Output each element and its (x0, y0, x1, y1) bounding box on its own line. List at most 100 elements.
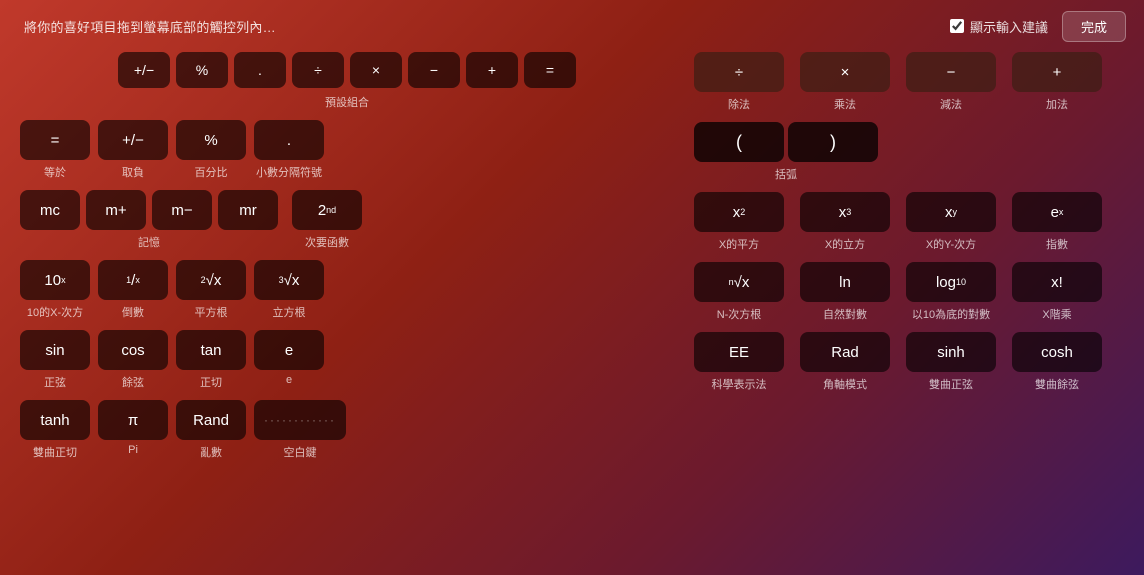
btn-subtract[interactable]: − (906, 52, 996, 92)
memory-inner: mc m+ m− mr (20, 190, 278, 230)
btn-sin[interactable]: sin (20, 330, 90, 370)
right-sci3-row: EE 科學表示法 Rad 角軸模式 sinh 雙曲正弦 cosh 雙曲餘弦 (694, 332, 1124, 392)
btn-cos-group: cos 餘弦 (98, 330, 168, 390)
btn-sinh[interactable]: sinh (906, 332, 996, 372)
btn-negate-group: +/− 取負 (98, 120, 168, 180)
btn-mminus[interactable]: m− (152, 190, 212, 230)
btn-cbrt[interactable]: 3√x (254, 260, 324, 300)
right-sci1-row: x2 X的平方 x3 X的立方 xy X的Y-次方 ex 指數 (694, 192, 1124, 252)
row5: tanh 雙曲正切 π Pi Rand 亂數 ············ 空白鍵 (20, 400, 674, 460)
btn-nthroot[interactable]: n√x (694, 262, 784, 302)
right-sci2-row: n√x N-次方根 ln 自然對數 log10 以10為底的對數 x! X階乘 (694, 262, 1124, 322)
main-content: +/− % . ÷ × − + = 預設組合 = 等於 +/− 取負 % (0, 52, 1144, 575)
show-suggestions-label[interactable]: 顯示輸入建議 (950, 17, 1048, 36)
btn-reciprocal[interactable]: 1/x (98, 260, 168, 300)
show-suggestions-checkbox[interactable] (950, 19, 964, 33)
btn-xy[interactable]: xy (906, 192, 996, 232)
btn-space[interactable]: ············ (254, 400, 346, 440)
preset-btn-div[interactable]: ÷ (292, 52, 344, 88)
preset-btn-sub[interactable]: − (408, 52, 460, 88)
btn-log10-group: log10 以10為底的對數 (906, 262, 996, 322)
btn-space-group: ············ 空白鍵 (254, 400, 346, 460)
btn-percent-group: % 百分比 (176, 120, 246, 180)
btn-factorial-group: x! X階乘 (1012, 262, 1102, 322)
btn-equals-group: = 等於 (20, 120, 90, 180)
btn-rad-group: Rad 角軸模式 (800, 332, 890, 392)
btn-decimal[interactable]: . (254, 120, 324, 160)
btn-close-paren[interactable]: ) (788, 122, 878, 162)
btn-negate[interactable]: +/− (98, 120, 168, 160)
btn-2nd[interactable]: 2nd (292, 190, 362, 230)
btn-sqrt[interactable]: 2√x (176, 260, 246, 300)
btn-decimal-group: . 小數分隔符號 (254, 120, 324, 180)
btn-e-group: e e (254, 330, 324, 386)
btn-cbrt-group: 3√x 立方根 (254, 260, 324, 320)
btn-cosh[interactable]: cosh (1012, 332, 1102, 372)
top-bar: 將你的喜好項目拖到螢幕底部的觸控列內… 顯示輸入建議 完成 (0, 0, 1144, 52)
btn-nthroot-group: n√x N-次方根 (694, 262, 784, 322)
btn-x2[interactable]: x2 (694, 192, 784, 232)
preset-label: 預設組合 (325, 94, 369, 110)
btn-sinh-group: sinh 雙曲正弦 (906, 332, 996, 392)
top-bar-title: 將你的喜好項目拖到螢幕底部的觸控列內… (24, 17, 276, 36)
preset-btn-eq[interactable]: = (524, 52, 576, 88)
btn-reciprocal-group: 1/x 倒數 (98, 260, 168, 320)
btn-euler[interactable]: e (254, 330, 324, 370)
btn-tanh[interactable]: tanh (20, 400, 90, 440)
btn-ex-group: ex 指數 (1012, 192, 1102, 252)
done-button[interactable]: 完成 (1062, 11, 1126, 42)
btn-rad[interactable]: Rad (800, 332, 890, 372)
row4: sin 正弦 cos 餘弦 tan 正切 e e (20, 330, 674, 390)
btn-2nd-group: 2nd 次要函數 (292, 190, 362, 250)
btn-open-paren[interactable]: ( (694, 122, 784, 162)
memory-label: 記憶 (138, 234, 160, 250)
parens-row: ( ) 括弧 (694, 122, 1124, 182)
preset-btn-percent[interactable]: % (176, 52, 228, 88)
btn-log10[interactable]: log10 (906, 262, 996, 302)
row2: mc m+ m− mr 記憶 2nd 次要函數 (20, 190, 674, 250)
btn-sqrt-group: 2√x 平方根 (176, 260, 246, 320)
preset-btn-dot[interactable]: . (234, 52, 286, 88)
preset-btn-add[interactable]: + (466, 52, 518, 88)
paren-group: ( ) 括弧 (694, 122, 878, 182)
btn-multiply-group: × 乘法 (800, 52, 890, 112)
btn-add[interactable]: + (1012, 52, 1102, 92)
btn-x2-group: x2 X的平方 (694, 192, 784, 252)
btn-percent[interactable]: % (176, 120, 246, 160)
memory-group: mc m+ m− mr 記憶 (20, 190, 278, 250)
btn-mr[interactable]: mr (218, 190, 278, 230)
btn-x3-group: x3 X的立方 (800, 192, 890, 252)
paren-label: 括弧 (775, 166, 797, 182)
btn-ex[interactable]: ex (1012, 192, 1102, 232)
btn-subtract-group: − 減法 (906, 52, 996, 112)
btn-equals[interactable]: = (20, 120, 90, 160)
btn-x3[interactable]: x3 (800, 192, 890, 232)
btn-tan[interactable]: tan (176, 330, 246, 370)
right-panel: ÷ 除法 × 乘法 − 減法 + 加法 ( ) 括弧 (694, 52, 1124, 565)
btn-cosh-group: cosh 雙曲餘弦 (1012, 332, 1102, 392)
preset-row: +/− % . ÷ × − + = (118, 52, 576, 88)
btn-mplus[interactable]: m+ (86, 190, 146, 230)
btn-multiply[interactable]: × (800, 52, 890, 92)
btn-pi[interactable]: π (98, 400, 168, 440)
btn-mc[interactable]: mc (20, 190, 80, 230)
btn-ee[interactable]: EE (694, 332, 784, 372)
btn-ln-group: ln 自然對數 (800, 262, 890, 322)
preset-btn-mul[interactable]: × (350, 52, 402, 88)
btn-add-group: + 加法 (1012, 52, 1102, 112)
btn-xy-group: xy X的Y-次方 (906, 192, 996, 252)
btn-rand[interactable]: Rand (176, 400, 246, 440)
btn-ee-group: EE 科學表示法 (694, 332, 784, 392)
btn-10x[interactable]: 10x (20, 260, 90, 300)
row1: = 等於 +/− 取負 % 百分比 . 小數分隔符號 (20, 120, 674, 180)
btn-divide[interactable]: ÷ (694, 52, 784, 92)
row3: 10x 10的X-次方 1/x 倒數 2√x 平方根 3√x 立方根 (20, 260, 674, 320)
preset-group: +/− % . ÷ × − + = 預設組合 (20, 52, 674, 110)
btn-cos[interactable]: cos (98, 330, 168, 370)
btn-ln[interactable]: ln (800, 262, 890, 302)
btn-factorial[interactable]: x! (1012, 262, 1102, 302)
preset-btn-plusminus[interactable]: +/− (118, 52, 170, 88)
top-bar-right: 顯示輸入建議 完成 (950, 11, 1126, 42)
btn-divide-group: ÷ 除法 (694, 52, 784, 112)
btn-rand-group: Rand 亂數 (176, 400, 246, 460)
